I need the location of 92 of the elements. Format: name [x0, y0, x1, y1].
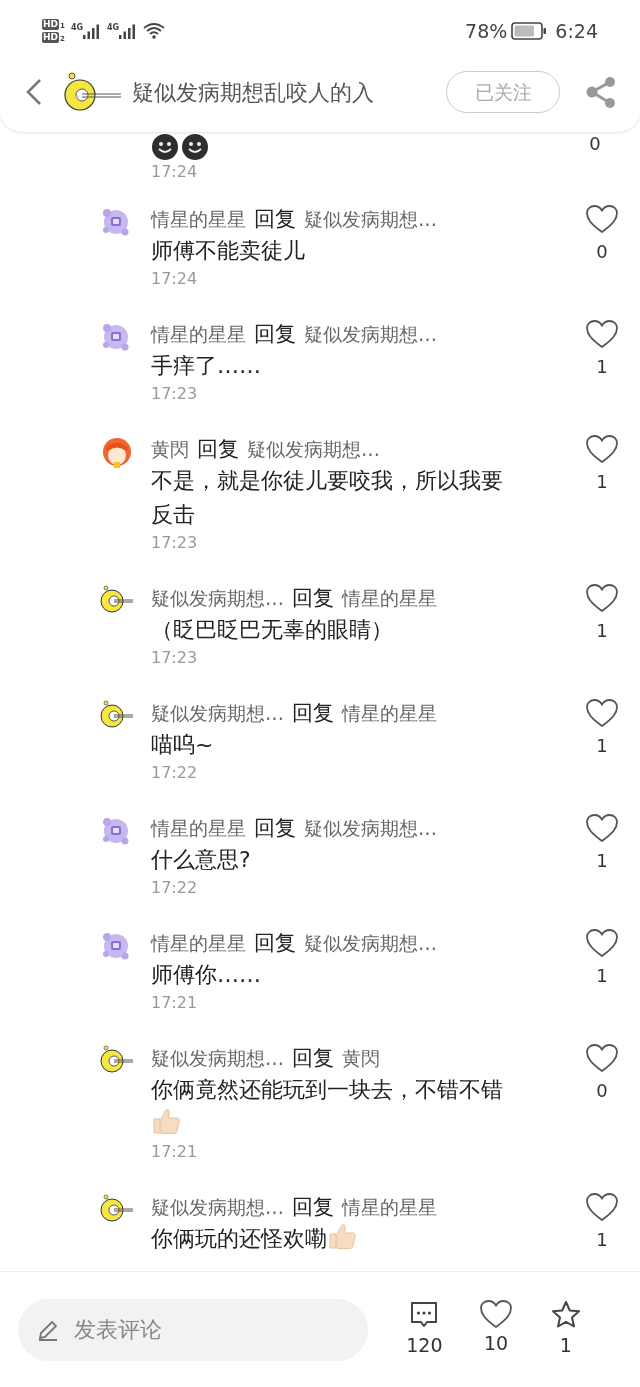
thumbs-up-icon [327, 1222, 357, 1250]
reply-label: 回复 [292, 1045, 334, 1072]
comment-text: （眨巴眨巴无辜的眼睛） [151, 616, 394, 644]
comment-time: 17:23 [151, 647, 199, 669]
comment-time: 17:24 [151, 268, 199, 290]
like-count: 10 [484, 1331, 509, 1357]
battery-percent: 78% [465, 18, 508, 44]
comment-field[interactable]: 发表评论 [18, 1298, 368, 1361]
heart-icon[interactable] [585, 1043, 619, 1073]
like-count: 0 [596, 240, 608, 264]
avatar-icon [100, 700, 134, 730]
comment-text: 手痒了…… [151, 352, 262, 380]
network-label: 4G [70, 23, 84, 33]
reply-target[interactable]: 疑似发病期想… [304, 813, 437, 843]
avatar-icon [100, 1045, 134, 1075]
comment-text: 喵呜~ [151, 731, 215, 759]
heart-icon[interactable] [585, 928, 619, 958]
comment-author[interactable]: 情星的星星 [151, 813, 246, 843]
like-count: 0 [588, 132, 602, 154]
reply-label: 回复 [292, 700, 334, 727]
like-count: 1 [596, 470, 608, 494]
reply-label: 回复 [254, 206, 296, 233]
comment-author[interactable]: 情星的星星 [151, 319, 246, 349]
like-count: 1 [596, 849, 608, 873]
back-icon[interactable] [24, 77, 44, 107]
comment-time: 17:23 [151, 532, 199, 554]
smiley-icon [181, 133, 209, 161]
comment-author[interactable]: 疑似发病期想… [151, 583, 284, 613]
reply-target[interactable]: 疑似发病期想… [304, 319, 437, 349]
comment-text: 师傅你…… [151, 961, 262, 989]
clock: 6:24 [555, 18, 598, 44]
heart-icon[interactable] [585, 1192, 619, 1222]
heart-icon[interactable] [585, 583, 619, 613]
heart-icon[interactable] [585, 434, 619, 464]
comment-author[interactable]: 疑似发病期想… [151, 698, 284, 728]
comment-text: 你俩竟然还能玩到一块去，不错不错 [151, 1073, 503, 1141]
heart-icon[interactable] [585, 204, 619, 234]
smiley-icon [151, 133, 179, 161]
comment-author[interactable]: 黄閃 [151, 434, 189, 464]
comment-text: 不是，就是你徒儿要咬我，所以我要反击 [151, 467, 503, 529]
network-label: 4G [107, 23, 120, 33]
signal-icon [83, 23, 102, 39]
comment-author[interactable]: 疑似发病期想… [151, 1043, 284, 1073]
comment-time: 17:24 [151, 161, 199, 183]
comment-time: 17:23 [151, 383, 199, 405]
reply-target[interactable]: 黄閃 [342, 1043, 380, 1073]
reply-target[interactable]: 疑似发病期想… [247, 434, 380, 464]
wifi-icon [143, 22, 166, 40]
comment-text: 师傅不能卖徒儿 [151, 237, 306, 265]
battery-icon [511, 22, 548, 40]
like-count: 0 [596, 1079, 608, 1103]
comment-time: 17:22 [151, 762, 199, 784]
reply-target[interactable]: 情星的星星 [342, 1192, 437, 1222]
comment-text: 你俩玩的还怪欢嘞 [151, 1222, 503, 1256]
avatar-icon [100, 436, 134, 470]
comment-author[interactable]: 情星的星星 [151, 928, 246, 958]
heart-icon[interactable] [585, 813, 619, 843]
reply-label: 回复 [292, 1194, 334, 1221]
comment-count: 120 [406, 1333, 443, 1359]
hd-badge: HD [42, 32, 59, 43]
heart-icon[interactable] [479, 1299, 514, 1330]
reply-label: 回复 [254, 815, 296, 842]
thumbs-up-icon [151, 1107, 181, 1135]
like-count: 1 [596, 1228, 608, 1252]
signal-icon [119, 23, 138, 39]
reply-target[interactable]: 情星的星星 [342, 698, 437, 728]
share-icon[interactable] [584, 75, 618, 109]
like-count: 1 [596, 355, 608, 379]
reply-label: 回复 [254, 321, 296, 348]
like-count: 1 [596, 964, 608, 988]
avatar-icon [100, 585, 134, 615]
reply-target[interactable]: 疑似发病期想… [304, 204, 437, 234]
like-count: 1 [596, 734, 608, 758]
comment-author[interactable]: 疑似发病期想… [151, 1192, 284, 1222]
like-count: 1 [596, 619, 608, 643]
reply-target[interactable]: 情星的星星 [342, 583, 437, 613]
page-title: 疑似发病期想乱咬人的入 [132, 78, 374, 107]
comment-time: 17:21 [151, 1141, 199, 1163]
favorite-count: 1 [559, 1333, 572, 1359]
comment-input[interactable]: 发表评论 [74, 1313, 324, 1346]
reply-label: 回复 [197, 436, 239, 463]
heart-icon[interactable] [585, 698, 619, 728]
reply-target[interactable]: 疑似发病期想… [304, 928, 437, 958]
reply-label: 回复 [292, 585, 334, 612]
comment-time: 17:22 [151, 877, 199, 899]
comment-time: 17:21 [151, 992, 199, 1014]
comment-author[interactable]: 情星的星星 [151, 204, 246, 234]
avatar-icon [100, 1194, 134, 1224]
comment-text: 什么意思? [151, 846, 252, 874]
heart-icon[interactable] [585, 319, 619, 349]
reply-label: 回复 [254, 930, 296, 957]
hd-badge: HD [42, 19, 59, 30]
